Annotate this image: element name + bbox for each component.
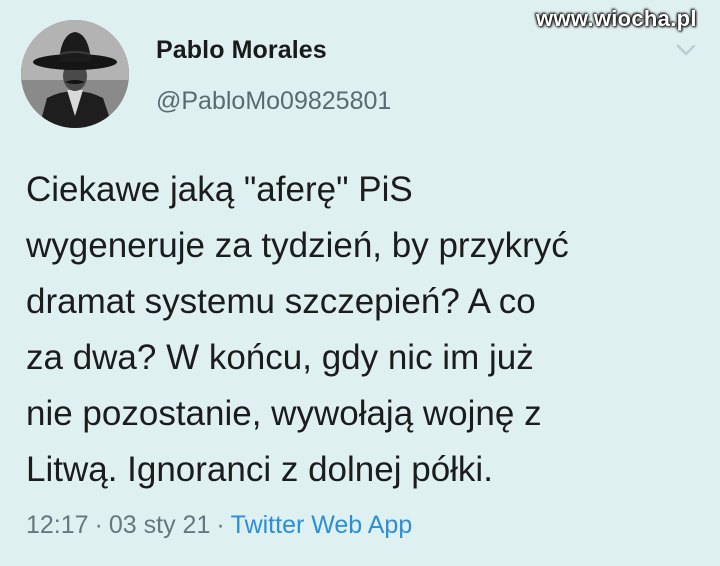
tweet-source-link[interactable]: Twitter Web App: [231, 511, 413, 539]
tweet-card: www.wiocha.pl Pablo Morales @PabloMo0982…: [0, 0, 720, 566]
tweet-text-line: dramat systemu szczepień? A co: [26, 282, 536, 321]
tweet-time[interactable]: 12:17: [26, 511, 89, 539]
watermark: www.wiocha.pl: [536, 6, 697, 31]
chevron-down-icon[interactable]: [675, 40, 697, 60]
tweet-text: Ciekawe jaką "aferę" PiS wygeneruje za t…: [26, 162, 706, 498]
tweet-text-line: za dwa? W końcu, gdy nic im już: [26, 338, 534, 377]
tweet-text-line: nie pozostanie, wywołają wojnę z: [26, 394, 542, 433]
avatar-image: [21, 20, 129, 128]
avatar[interactable]: [21, 20, 129, 128]
tweet-metadata: 12:17 · 03 sty 21 · Twitter Web App: [26, 511, 412, 540]
display-name[interactable]: Pablo Morales: [156, 36, 327, 65]
tweet-text-line: wygeneruje za tydzień, by przykryć: [26, 226, 569, 265]
separator-dot: ·: [216, 511, 225, 539]
user-handle[interactable]: @PabloMo09825801: [156, 87, 391, 116]
tweet-text-line: Ciekawe jaką "aferę" PiS: [26, 170, 413, 209]
separator-dot: ·: [94, 511, 103, 539]
tweet-text-line: Litwą. Ignoranci z dolnej półki.: [26, 450, 493, 489]
tweet-date[interactable]: 03 sty 21: [109, 511, 210, 539]
